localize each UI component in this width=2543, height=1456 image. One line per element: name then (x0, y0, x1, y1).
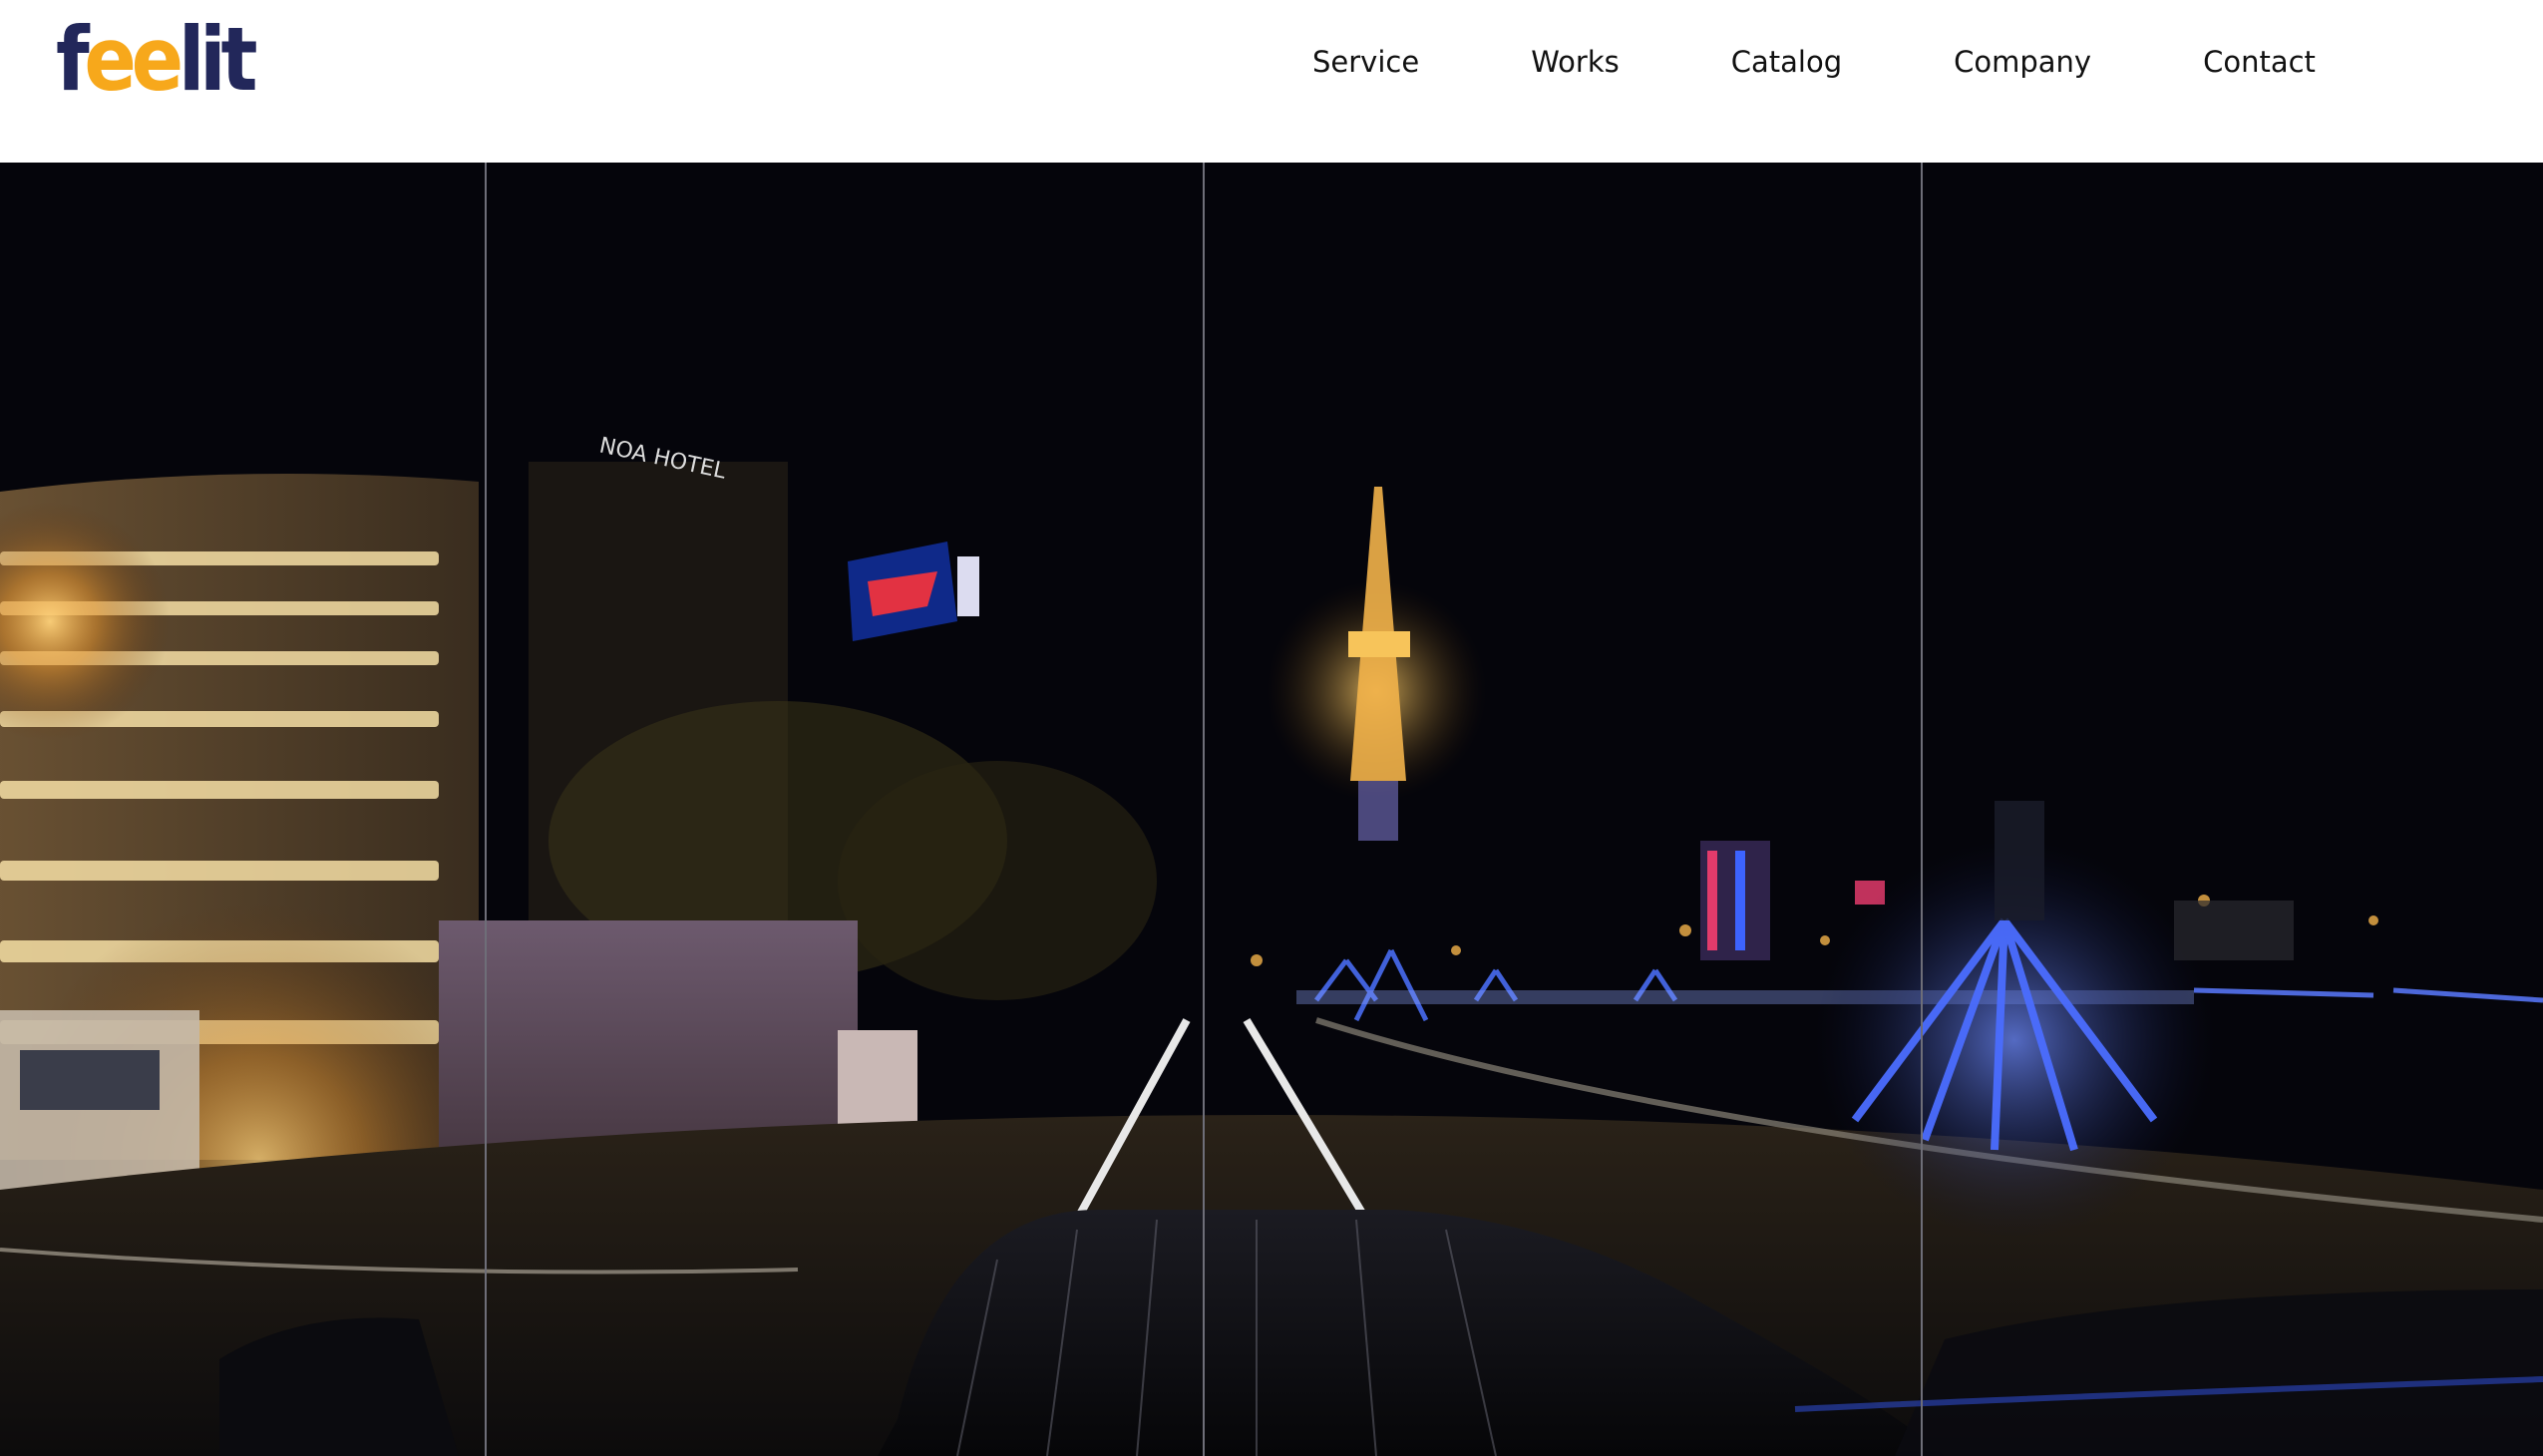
nav-contact-link[interactable]: Contact (2203, 38, 2316, 86)
logo-part-ee: ee (84, 8, 183, 111)
page: f ee lit Service Works Catalog Company Con… (0, 0, 2543, 1456)
site-header: f ee lit Service Works Catalog Company Con… (0, 0, 2543, 163)
nav-service-link[interactable]: Service (1312, 38, 1419, 86)
feelit-logo[interactable]: f ee lit (56, 8, 258, 111)
nav-catalog-link[interactable]: Catalog (1731, 38, 1842, 86)
nav-company-link[interactable]: Company (1954, 38, 2091, 86)
nav-works-link[interactable]: Works (1531, 38, 1620, 86)
logo-part-lit: lit (178, 8, 258, 111)
hero-panorama: NOA HOTEL (0, 163, 2543, 1456)
panorama-night-city-image: NOA HOTEL (0, 163, 2543, 1456)
main-nav: Service Works Catalog Company Contact (1312, 38, 2316, 86)
logo-part-f: f (56, 8, 90, 111)
